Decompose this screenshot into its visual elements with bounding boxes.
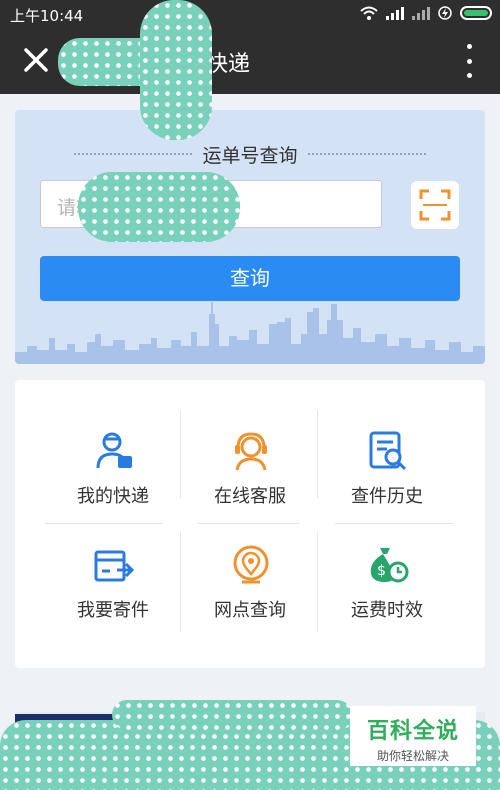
headset-agent-icon [235,432,267,471]
signal-icon [386,6,404,20]
page-title: 快递 [206,52,251,77]
wifi-icon [360,6,378,20]
redaction-overlay [140,0,212,140]
status-time: 上午10:44 [10,7,84,25]
signal-2-icon [412,6,430,20]
service-label: 运费时效 [351,600,423,621]
watermark-logo: 百科全说 助你轻松解决 [350,706,476,766]
service-tracking-history[interactable]: 查件历史 [319,430,455,540]
status-icons [360,6,492,20]
service-label: 网点查询 [214,600,286,621]
service-label: 查件历史 [351,486,423,507]
query-title-row: 运单号查询 [15,140,485,168]
charging-icon [438,6,452,20]
service-outlet-query[interactable]: 网点查询 [182,544,318,654]
service-send-package[interactable]: 我要寄件 [45,544,181,654]
service-label: 我要寄件 [77,600,149,621]
divider-right [307,153,426,155]
send-package-icon [94,550,135,582]
scan-icon [419,189,451,221]
redaction-overlay [78,172,240,242]
close-icon[interactable] [18,42,54,78]
more-menu-icon[interactable] [464,44,474,78]
location-pin-icon [233,545,269,584]
watermark-subtitle: 助你轻松解决 [376,749,449,763]
waybill-query-card: 运单号查询 请输入运单号 查询 [15,110,485,364]
service-online-support[interactable]: 在线客服 [182,430,318,540]
status-bar: 上午10:44 [0,0,500,28]
divider-left [74,153,193,155]
query-section-title: 运单号查询 [202,144,298,167]
redaction-overlay [112,700,352,730]
service-my-express[interactable]: 我的快递 [45,430,181,540]
scan-button[interactable] [411,181,459,229]
courier-person-icon [96,432,132,469]
history-search-icon [369,431,407,471]
watermark-title: 百科全说 [366,719,459,744]
service-label: 我的快递 [77,486,149,507]
svg-text:$: $ [377,563,386,579]
battery-icon [460,6,492,20]
service-label: 在线客服 [214,486,286,507]
services-grid-card: 我的快递 在线客服 查件历史 我要寄件 网点查询 $ 运费时效 [15,380,485,668]
city-skyline-graphic [15,302,485,364]
money-clock-icon: $ [370,548,409,583]
service-shipping-fee-time[interactable]: $ 运费时效 [319,544,455,654]
